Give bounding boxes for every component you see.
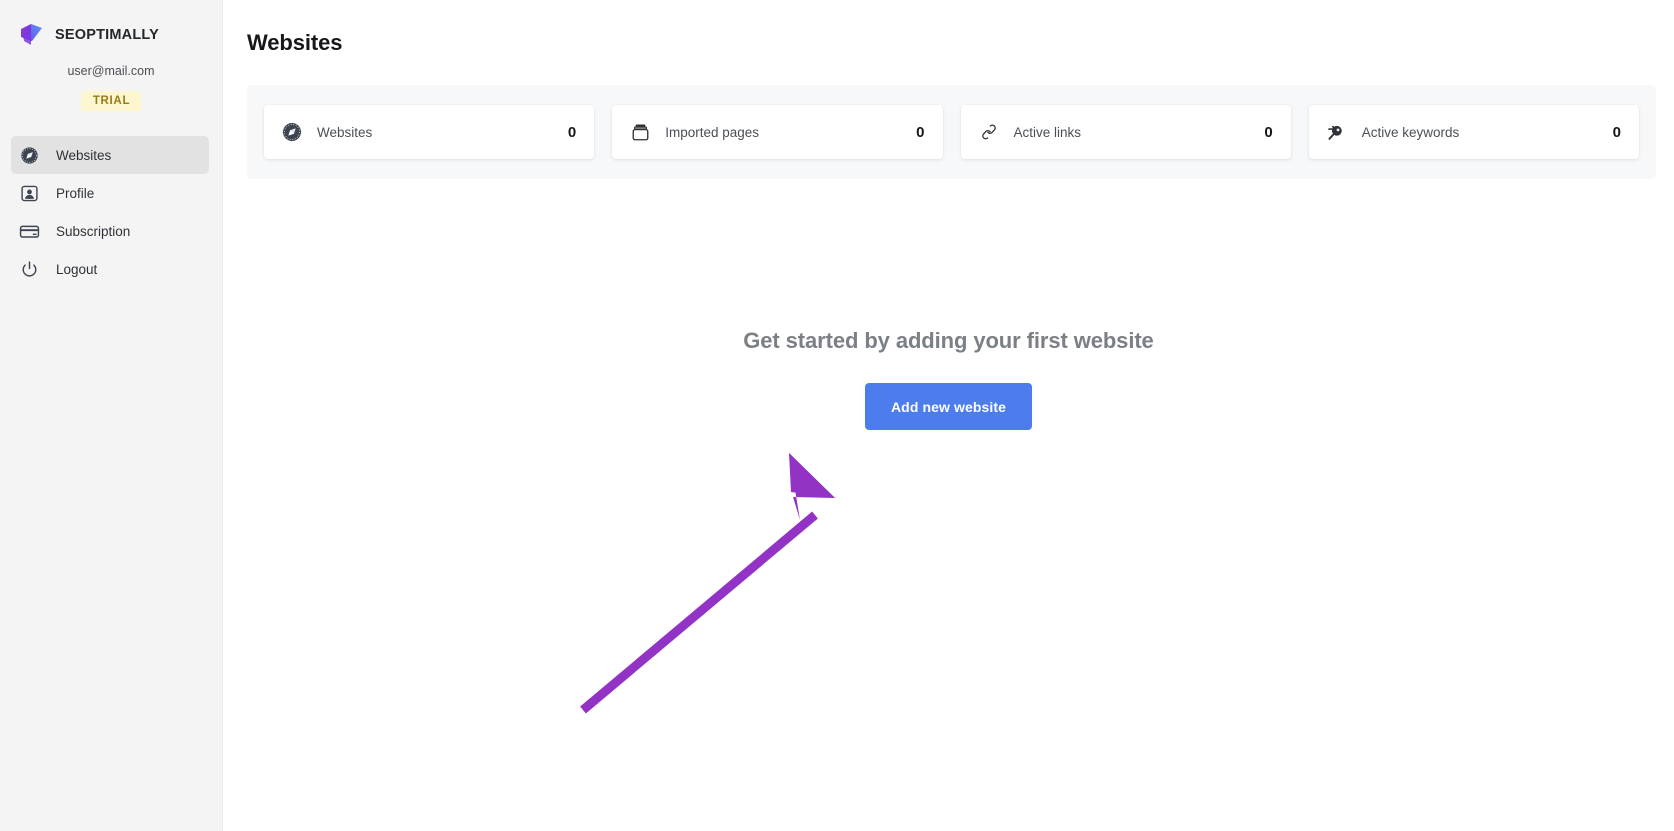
sidebar-item-label: Profile: [56, 185, 95, 201]
stat-label: Imported pages: [665, 124, 760, 140]
empty-state-heading: Get started by adding your first website: [743, 328, 1154, 353]
sidebar-item-label: Websites: [56, 147, 112, 163]
sidebar-item-profile[interactable]: Profile: [11, 174, 209, 212]
chain-link-icon: [978, 121, 1000, 143]
user-email: user@mail.com: [67, 64, 155, 78]
stat-label: Active keywords: [1361, 124, 1460, 140]
compass-icon: [18, 144, 40, 166]
stat-label: Websites: [317, 124, 373, 140]
app-root: SEOPTIMALLY user@mail.com TRIAL Websites: [0, 0, 1674, 831]
user-card-icon: [18, 182, 40, 204]
power-icon: [18, 258, 40, 280]
sidebar-item-subscription[interactable]: Subscription: [11, 212, 209, 250]
archive-box-icon: [629, 121, 651, 143]
credit-card-icon: [18, 220, 40, 242]
stat-value: 0: [1264, 123, 1273, 141]
add-new-website-button[interactable]: Add new website: [864, 383, 1033, 430]
stat-value: 0: [916, 123, 925, 141]
stat-label: Active links: [1013, 124, 1082, 140]
main-content: Websites Websites 0 Imported pages 0 Act…: [223, 0, 1674, 831]
sidebar: SEOPTIMALLY user@mail.com TRIAL Websites: [0, 0, 223, 831]
status-badge: TRIAL: [80, 91, 142, 111]
sidebar-item-logout[interactable]: Logout: [11, 250, 209, 288]
seoptimally-logo-icon: [18, 22, 46, 48]
plan-badge-wrap: TRIAL: [0, 91, 222, 111]
stat-value: 0: [1612, 123, 1621, 141]
sidebar-item-websites[interactable]: Websites: [11, 136, 209, 174]
page-title: Websites: [247, 30, 343, 55]
stat-card-active-links[interactable]: Active links 0: [960, 105, 1291, 159]
empty-state: Get started by adding your first website…: [223, 328, 1674, 430]
brand[interactable]: SEOPTIMALLY: [0, 20, 222, 50]
compass-icon: [281, 121, 303, 143]
sidebar-nav: Websites Profile Subscription Logout: [0, 136, 222, 288]
sidebar-item-label: Subscription: [56, 223, 131, 239]
stat-value: 0: [567, 123, 577, 141]
sidebar-item-label: Logout: [56, 261, 98, 277]
stat-card-active-keywords[interactable]: Active keywords 0: [1308, 105, 1639, 159]
stat-card-imported-pages[interactable]: Imported pages 0: [612, 105, 943, 159]
keyword-search-icon: [1326, 121, 1348, 143]
stat-card-websites[interactable]: Websites 0: [264, 105, 595, 159]
brand-name: SEOPTIMALLY: [55, 27, 159, 43]
stats-band: Websites 0 Imported pages 0 Active links…: [247, 85, 1656, 179]
